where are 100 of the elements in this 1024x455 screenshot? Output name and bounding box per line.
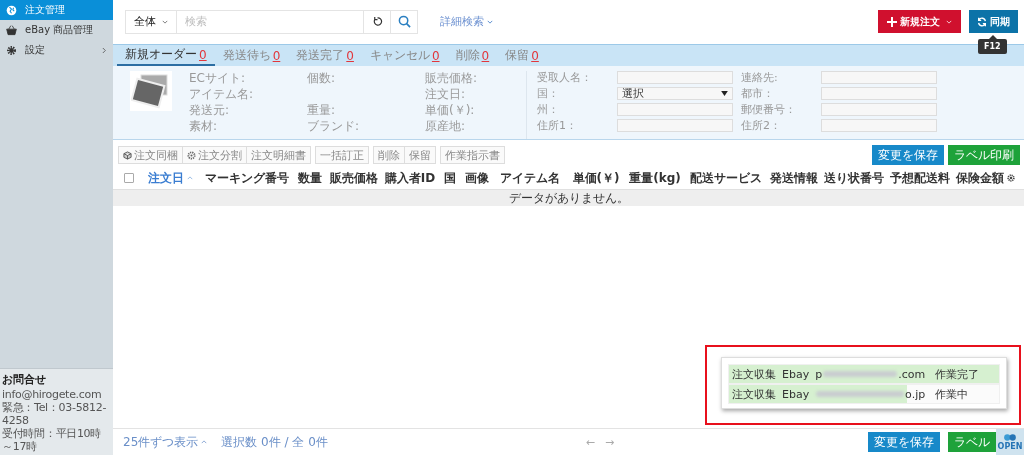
field-label: 個数: xyxy=(307,71,336,85)
caret-icon xyxy=(201,440,208,444)
column-header[interactable]: 販売価格 xyxy=(327,169,381,187)
toolbar-button[interactable]: 注文分割 xyxy=(182,146,247,164)
sync-button[interactable]: 同期 xyxy=(969,10,1018,33)
reset-button[interactable] xyxy=(364,9,391,34)
search-field[interactable]: 検索 xyxy=(177,9,364,34)
field-label: 都市： xyxy=(741,87,775,100)
field-label: 発送元: xyxy=(189,103,230,117)
column-header[interactable]: 注文日 xyxy=(139,169,201,187)
field-label: 国： xyxy=(537,87,560,100)
column-header[interactable]: 数量 xyxy=(293,169,327,187)
field-label: 注文日: xyxy=(425,87,466,101)
field-label: 原産地: xyxy=(425,119,466,133)
column-header[interactable]: 国 xyxy=(439,169,461,187)
field-label: 重量: xyxy=(307,103,336,117)
tab[interactable]: キャンセル 0 xyxy=(361,45,448,66)
page-size-dropdown[interactable]: 25件ずつ表示 xyxy=(123,433,208,451)
sort-icon xyxy=(186,176,193,180)
column-header[interactable]: 重量(kg) xyxy=(625,169,685,187)
print-label-button[interactable]: ラベル印刷 xyxy=(948,145,1020,165)
photo-placeholder-icon xyxy=(130,71,172,111)
chat-icon xyxy=(1003,433,1017,442)
column-header[interactable]: 単価(￥) xyxy=(567,169,625,187)
field-label: 連絡先: xyxy=(741,71,779,84)
new-order-button[interactable]: 新規注文 xyxy=(878,10,961,33)
print-label-button[interactable]: ラベル xyxy=(948,432,996,452)
column-header[interactable]: 購入者ID xyxy=(381,169,439,187)
input-field[interactable] xyxy=(821,87,937,100)
gear-icon xyxy=(187,150,196,160)
sidebar-item[interactable]: eBay 商品管理 xyxy=(0,20,113,40)
column-header[interactable]: 画像 xyxy=(461,169,493,187)
input-field[interactable] xyxy=(617,103,733,116)
next-page-button[interactable]: → xyxy=(604,435,615,449)
input-field[interactable] xyxy=(821,103,937,116)
account-text: p xyxy=(815,367,823,381)
save-changes-button[interactable]: 変更を保存 xyxy=(868,432,940,452)
tab[interactable]: 削除 0 xyxy=(447,45,498,66)
gear-icon xyxy=(6,44,17,56)
input-field[interactable] xyxy=(617,119,733,132)
job-site: Ebay xyxy=(782,387,810,401)
field-label: ブランド: xyxy=(307,119,360,133)
advanced-search-link[interactable]: 詳細検索 xyxy=(440,14,493,29)
country-select[interactable]: 選択 xyxy=(617,87,733,100)
refresh-icon xyxy=(977,16,987,27)
save-changes-button[interactable]: 変更を保存 xyxy=(872,145,944,165)
input-field[interactable] xyxy=(821,71,937,84)
toolbar-button[interactable]: 注文同梱 xyxy=(118,146,183,164)
search-icon xyxy=(397,15,411,28)
sidebar-item[interactable]: 注文管理 xyxy=(0,0,113,20)
dropdown-arrow-icon xyxy=(721,91,728,96)
previous-page-button[interactable]: ← xyxy=(585,435,595,449)
search-button[interactable] xyxy=(391,9,418,34)
job-status: 作業完了 xyxy=(935,366,980,382)
account-text: .com xyxy=(898,367,926,381)
toolbar-button[interactable]: 注文明細書 xyxy=(246,146,311,164)
input-field[interactable] xyxy=(821,119,937,132)
job-task: 注文収集 xyxy=(732,366,776,382)
input-field[interactable] xyxy=(617,71,733,84)
field-label: 素材: xyxy=(189,119,218,133)
job-site: Ebay xyxy=(782,367,810,381)
globe-icon xyxy=(6,4,17,16)
field-label: 販売価格: xyxy=(425,71,478,85)
settings-icon[interactable] xyxy=(1007,174,1015,182)
tab[interactable]: 発送完了 0 xyxy=(288,45,362,66)
toolbar-button[interactable]: 作業指示書 xyxy=(440,146,505,164)
field-label: ECサイト: xyxy=(189,71,245,85)
toolbar-button[interactable]: 保留 xyxy=(404,146,436,164)
column-header[interactable]: 保険金額 xyxy=(953,169,1007,187)
column-header[interactable]: 予想配送料 xyxy=(887,169,953,187)
column-header[interactable]: 送り状番号 xyxy=(821,169,887,187)
contact-line: 緊急：Tel：03-5812-4258 xyxy=(2,401,108,427)
sidebar-item[interactable]: 設定 xyxy=(0,40,113,60)
checkbox[interactable] xyxy=(124,173,134,183)
toolbar-button[interactable]: 削除 xyxy=(373,146,405,164)
field-label: 住所2： xyxy=(741,119,782,132)
field-label: 郵便番号： xyxy=(741,103,797,116)
contact-title: お問合せ xyxy=(2,372,47,387)
contact-line: info@hirogete.com xyxy=(2,388,103,401)
basket-icon xyxy=(6,24,17,36)
caret-icon xyxy=(162,19,168,24)
chevron-right-icon xyxy=(102,46,107,54)
tab[interactable]: 発送待ち 0 xyxy=(214,45,289,66)
box-icon xyxy=(123,150,132,160)
caret-icon xyxy=(946,19,952,24)
selection-count: 選択数 0件 / 全 0件 xyxy=(221,433,328,451)
column-header[interactable]: 発送情報 xyxy=(767,169,821,187)
field-label: 州： xyxy=(537,103,560,116)
scope-dropdown[interactable]: 全体 xyxy=(125,9,177,34)
plus-icon xyxy=(887,16,897,27)
toolbar-button[interactable]: 一括訂正 xyxy=(315,146,369,164)
column-header[interactable]: 配送サービス xyxy=(685,169,767,187)
tab[interactable]: 保留 0 xyxy=(497,45,547,66)
empty-message: データがありません。 xyxy=(508,189,629,207)
account-text: o.jp xyxy=(905,387,926,401)
column-header[interactable]: アイテム名 xyxy=(493,169,567,187)
column-header[interactable]: マーキング番号 xyxy=(201,169,293,187)
open-badge[interactable]: OPEN xyxy=(996,429,1024,455)
field-label: 住所1： xyxy=(537,119,578,132)
contact-line: 受付時間：平日10時～17時 xyxy=(2,427,102,453)
